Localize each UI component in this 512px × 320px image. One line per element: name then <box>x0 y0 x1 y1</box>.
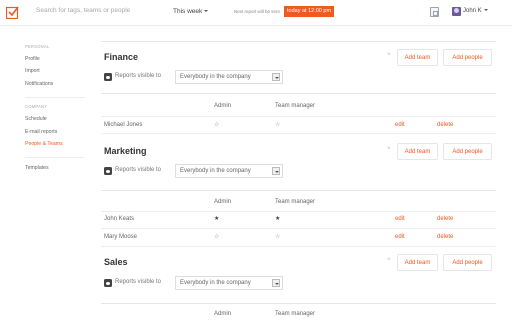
edit-link[interactable]: edit <box>395 216 405 222</box>
add-team-button[interactable]: Add team <box>397 49 438 66</box>
close-icon[interactable]: × <box>387 52 391 58</box>
delete-link[interactable]: delete <box>437 234 453 240</box>
admin-column-header: Admin <box>214 311 232 317</box>
reports-visible-label: Reports visible to <box>115 73 162 79</box>
admin-column-header: Admin <box>214 103 232 109</box>
close-icon[interactable]: × <box>387 257 391 263</box>
add-people-button[interactable]: Add people <box>443 49 492 66</box>
manager-star-icon[interactable]: ★ <box>275 215 280 223</box>
edit-link[interactable]: edit <box>395 122 405 128</box>
visibility-value: Everybody in the company <box>180 74 251 80</box>
team-name: Marketing <box>104 146 147 156</box>
visibility-select[interactable]: Everybody in the company <box>175 164 283 178</box>
section-divider <box>101 303 496 304</box>
chevron-down-icon <box>272 279 280 287</box>
row-divider <box>101 246 496 247</box>
visibility-value: Everybody in the company <box>180 280 251 286</box>
row-divider <box>101 116 496 117</box>
close-icon[interactable]: × <box>387 146 391 152</box>
eye-icon <box>104 73 112 81</box>
team-manager-column-header: Team manager <box>275 103 316 109</box>
chevron-down-icon <box>272 167 280 175</box>
section-divider <box>101 41 496 42</box>
team-manager-column-header: Team manager <box>275 199 316 205</box>
row-divider <box>101 228 496 229</box>
section-divider <box>101 190 496 191</box>
delete-link[interactable]: delete <box>437 122 453 128</box>
reports-visible-label: Reports visible to <box>115 167 162 173</box>
eye-icon <box>104 167 112 175</box>
team-name: Finance <box>104 52 139 62</box>
admin-star-icon[interactable]: ☆ <box>214 121 219 129</box>
admin-star-icon[interactable]: ☆ <box>214 233 219 241</box>
row-divider <box>101 211 496 212</box>
admin-star-icon[interactable]: ★ <box>214 215 219 223</box>
visibility-select[interactable]: Everybody in the company <box>175 70 283 84</box>
section-divider <box>101 93 496 94</box>
member-name: Mary Moose <box>104 234 138 240</box>
admin-column-header: Admin <box>214 199 232 205</box>
add-people-button[interactable]: Add people <box>443 143 492 160</box>
member-name: John Keats <box>104 216 135 222</box>
main-content: Finance × Add team Add people Reports vi… <box>0 0 512 320</box>
team-manager-column-header: Team manager <box>275 311 316 317</box>
visibility-value: Everybody in the company <box>180 168 251 174</box>
reports-visible-label: Reports visible to <box>115 279 162 285</box>
add-team-button[interactable]: Add team <box>397 143 438 160</box>
row-divider <box>101 133 496 134</box>
manager-star-icon[interactable]: ☆ <box>275 121 280 129</box>
eye-icon <box>104 279 112 287</box>
manager-star-icon[interactable]: ☆ <box>275 233 280 241</box>
team-name: Sales <box>104 257 128 267</box>
delete-link[interactable]: delete <box>437 216 453 222</box>
visibility-select[interactable]: Everybody in the company <box>175 276 283 290</box>
add-people-button[interactable]: Add people <box>443 254 492 271</box>
edit-link[interactable]: edit <box>395 234 405 240</box>
add-team-button[interactable]: Add team <box>397 254 438 271</box>
chevron-down-icon <box>272 73 280 81</box>
member-name: Michael Jones <box>104 122 143 128</box>
